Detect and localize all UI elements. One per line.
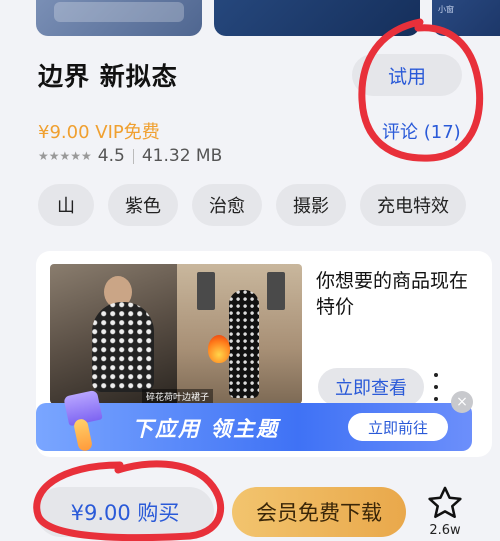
window-shape bbox=[267, 272, 285, 310]
tag-chip[interactable]: 治愈 bbox=[192, 184, 262, 226]
go-now-button[interactable]: 立即前往 bbox=[348, 413, 448, 441]
divider bbox=[132, 148, 134, 164]
rating-row: ★★★★★ 4.5 41.32 MB bbox=[38, 146, 222, 166]
dress-shape bbox=[92, 302, 154, 392]
screenshot-thumb[interactable] bbox=[36, 0, 202, 36]
window-shape bbox=[197, 272, 215, 310]
buy-button[interactable]: ¥9.00 购买 bbox=[36, 487, 214, 537]
banner-title: 下应用 领主题 bbox=[132, 417, 280, 441]
ad-headline: 你想要的商品现在特价 bbox=[316, 270, 469, 318]
star-icon bbox=[428, 486, 462, 519]
ad-product-image[interactable] bbox=[50, 264, 177, 404]
price-vip-label: ¥9.00 VIP免费 bbox=[38, 122, 160, 143]
rating-value: 4.5 bbox=[97, 146, 125, 166]
promo-banner[interactable]: 下应用 领主题 立即前往 bbox=[36, 389, 472, 453]
model-figure bbox=[229, 290, 259, 398]
reviews-link[interactable]: 评论 (17) bbox=[382, 118, 461, 144]
more-options-icon[interactable] bbox=[428, 369, 444, 405]
tag-chip[interactable]: 紫色 bbox=[108, 184, 178, 226]
view-now-button[interactable]: 立即查看 bbox=[318, 368, 424, 406]
flame-icon bbox=[208, 335, 230, 363]
app-title: 边界 新拟态 bbox=[38, 62, 178, 91]
screenshot-thumb[interactable] bbox=[214, 0, 420, 36]
tag-chip[interactable]: 山 bbox=[38, 184, 94, 226]
thumb-label: 小窗 bbox=[438, 5, 454, 14]
screenshot-thumb[interactable]: 小窗 bbox=[432, 0, 500, 36]
screenshot-carousel[interactable]: 小窗 bbox=[0, 0, 500, 40]
tag-chip[interactable]: 摄影 bbox=[276, 184, 346, 226]
ad-product-image[interactable] bbox=[177, 264, 302, 404]
close-icon[interactable]: × bbox=[451, 391, 473, 413]
vip-free-download-button[interactable]: 会员免费下载 bbox=[232, 487, 406, 537]
ad-caption: 碎花荷叶边裙子 bbox=[142, 389, 214, 404]
paintbrush-icon bbox=[56, 389, 114, 455]
favorite-button[interactable]: 2.6w bbox=[422, 484, 468, 540]
favorite-count: 2.6w bbox=[429, 523, 461, 538]
try-button[interactable]: 试用 bbox=[352, 54, 462, 96]
file-size: 41.32 MB bbox=[141, 146, 223, 166]
tag-chip[interactable]: 充电特效 bbox=[360, 184, 466, 226]
star-rating-icon: ★★★★★ bbox=[38, 149, 92, 163]
tag-list: 山 紫色 治愈 摄影 充电特效 bbox=[38, 184, 466, 226]
